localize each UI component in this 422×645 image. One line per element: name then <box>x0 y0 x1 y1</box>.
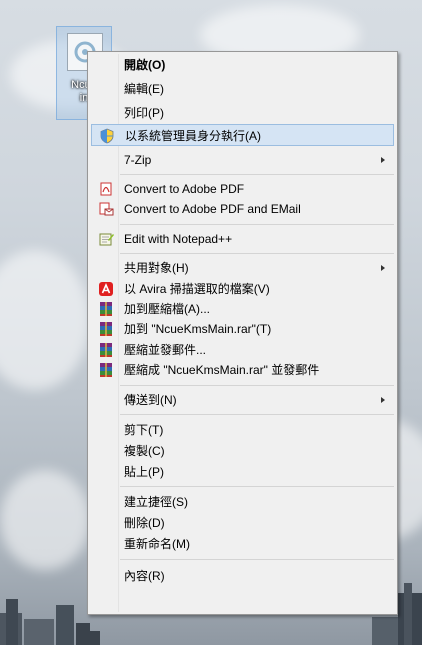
adobe-pdf-email-icon <box>98 201 114 217</box>
menu-item-delete[interactable]: 刪除(D) <box>91 512 394 534</box>
menu-item-label: Convert to Adobe PDF <box>124 182 245 196</box>
avira-icon <box>98 281 114 297</box>
menu-item-rename[interactable]: 重新命名(M) <box>91 533 394 555</box>
menu-item-open[interactable]: 開啟(O) <box>91 54 394 76</box>
winrar-icon <box>98 362 114 378</box>
submenu-arrow-icon <box>381 397 385 403</box>
menu-item-properties[interactable]: 內容(R) <box>91 565 394 587</box>
menu-item-add-to-rar[interactable]: 加到 "NcueKmsMain.rar"(T) <box>91 318 394 340</box>
menu-item-copy[interactable]: 複製(C) <box>91 440 394 462</box>
menu-item-label: 以 Avira 掃描選取的檔案(V) <box>124 282 270 296</box>
menu-item-label: 剪下(T) <box>124 423 164 437</box>
menu-item-create-shortcut[interactable]: 建立捷徑(S) <box>91 491 394 513</box>
menu-item-label: 加到 "NcueKmsMain.rar"(T) <box>124 322 272 336</box>
menu-item-label: Convert to Adobe PDF and EMail <box>124 202 301 216</box>
menu-item-label: 列印(P) <box>124 106 164 120</box>
menu-item-label: 複製(C) <box>124 444 165 458</box>
menu-item-7zip[interactable]: 7-Zip <box>91 149 394 171</box>
menu-item-label: 共用對象(H) <box>124 261 189 275</box>
menu-separator <box>120 414 394 415</box>
menu-item-share-with[interactable]: 共用對象(H) <box>91 257 394 279</box>
submenu-arrow-icon <box>381 157 385 163</box>
menu-item-label: 開啟(O) <box>124 58 166 72</box>
menu-item-convert-pdf-email[interactable]: Convert to Adobe PDF and EMail <box>91 198 394 220</box>
menu-separator <box>120 559 394 560</box>
winrar-icon <box>98 342 114 358</box>
menu-item-label: 加到壓縮檔(A)... <box>124 302 210 316</box>
winrar-icon <box>98 301 114 317</box>
notepad-plus-plus-icon <box>98 231 114 247</box>
menu-item-label: 貼上(P) <box>124 465 164 479</box>
menu-separator <box>120 174 394 175</box>
menu-item-label: 7-Zip <box>124 153 152 167</box>
menu-item-run-as-admin[interactable]: 以系統管理員身分執行(A) <box>91 124 394 146</box>
menu-item-compress-and-email[interactable]: 壓縮並發郵件... <box>91 339 394 361</box>
menu-item-convert-pdf[interactable]: Convert to Adobe PDF <box>91 178 394 200</box>
menu-item-label: 以系統管理員身分執行(A) <box>125 129 261 143</box>
menu-item-cut[interactable]: 剪下(T) <box>91 419 394 441</box>
menu-item-label: 壓縮成 "NcueKmsMain.rar" 並發郵件 <box>124 363 320 377</box>
menu-separator <box>120 385 394 386</box>
menu-item-label: 建立捷徑(S) <box>124 495 188 509</box>
menu-item-label: 壓縮並發郵件... <box>124 343 207 357</box>
menu-item-send-to[interactable]: 傳送到(N) <box>91 389 394 411</box>
menu-item-label: 重新命名(M) <box>124 537 190 551</box>
menu-item-paste[interactable]: 貼上(P) <box>91 461 394 483</box>
menu-separator <box>120 253 394 254</box>
menu-item-label: 傳送到(N) <box>124 393 177 407</box>
menu-item-edit[interactable]: 編輯(E) <box>91 78 394 100</box>
menu-item-label: 刪除(D) <box>124 516 165 530</box>
menu-item-avira-scan[interactable]: 以 Avira 掃描選取的檔案(V) <box>91 278 394 300</box>
menu-item-print[interactable]: 列印(P) <box>91 102 394 124</box>
menu-separator <box>120 486 394 487</box>
winrar-icon <box>98 321 114 337</box>
context-menu: 開啟(O) 編輯(E) 列印(P) 以系統管理員身分執行(A) 7-Zip Co… <box>87 51 398 615</box>
menu-item-compress-to-rar-and-email[interactable]: 壓縮成 "NcueKmsMain.rar" 並發郵件 <box>91 359 394 381</box>
submenu-arrow-icon <box>381 265 385 271</box>
adobe-pdf-icon <box>98 181 114 197</box>
menu-separator <box>120 224 394 225</box>
menu-item-add-to-archive[interactable]: 加到壓縮檔(A)... <box>91 298 394 320</box>
shield-icon <box>99 128 115 144</box>
menu-item-label: Edit with Notepad++ <box>124 232 233 246</box>
menu-item-label: 編輯(E) <box>124 82 164 96</box>
menu-item-notepad-plus-plus[interactable]: Edit with Notepad++ <box>91 228 394 250</box>
menu-item-label: 內容(R) <box>124 569 165 583</box>
